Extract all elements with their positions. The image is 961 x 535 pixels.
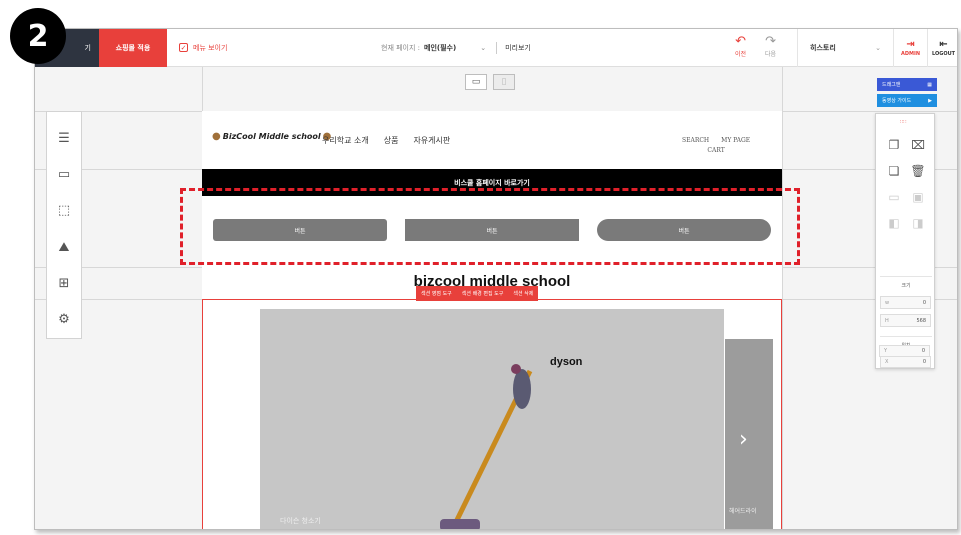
- nav-item-about[interactable]: 우리학교 소개: [322, 135, 369, 146]
- page-selector: 현재 페이지 : 메인(필수) ⌄ 미리보기: [381, 42, 531, 54]
- vacuum-body: [513, 369, 531, 409]
- element-tools: ❐ ⌧ ❏ 🗑 ▭ ▣ ◧ ◨: [882, 134, 930, 233]
- show-menu-toggle[interactable]: ✓ 메뉴 보이기: [179, 43, 227, 53]
- chevron-down-icon[interactable]: ⌄: [480, 44, 486, 52]
- align-right-icon[interactable]: ◨: [906, 212, 930, 233]
- chevron-down-icon: ⌄: [875, 44, 881, 52]
- mypage-link[interactable]: MY PAGE: [721, 136, 750, 146]
- delete-copy-icon[interactable]: ⌧: [906, 134, 930, 155]
- site-canvas: ● BizCool Middle school ● 우리학교 소개 상품 자유게…: [202, 111, 782, 529]
- history-label: 히스토리: [810, 44, 836, 52]
- section-background-button[interactable]: 섹션 배경 편집 도구: [456, 286, 509, 301]
- search-link[interactable]: SEARCH: [682, 136, 709, 146]
- slider-image[interactable]: dyson 다이슨 청소기: [260, 309, 724, 529]
- next-slide-caption: 헤어드라이: [729, 508, 757, 515]
- drag-handle-icon[interactable]: ∷∷: [900, 119, 906, 125]
- site-nav: 우리학교 소개 상품 자유게시판: [322, 135, 450, 146]
- video-guide-label: 동영상 가이드: [882, 98, 912, 104]
- admin-button[interactable]: ⇥ ADMIN: [893, 29, 927, 67]
- section-tools: 섹션 영점 도구 섹션 배경 편집 도구 섹션 삭제: [416, 286, 539, 301]
- current-page-select[interactable]: 메인(필수): [424, 43, 456, 53]
- section-layout-icon[interactable]: ▭: [47, 156, 81, 192]
- step-number-badge: 2: [10, 8, 66, 64]
- check-icon: ✓: [179, 43, 188, 52]
- logout-label: LOGOUT: [931, 51, 956, 57]
- height-key: H: [885, 317, 889, 324]
- logo-text: BizCool Middle school: [222, 132, 321, 141]
- logout-icon: ⇤: [939, 39, 948, 50]
- height-value: 568: [916, 317, 926, 324]
- redo-label: 다음: [765, 51, 777, 58]
- preview-button[interactable]: 미리보기: [505, 43, 531, 53]
- mobile-view-icon[interactable]: ▯: [493, 74, 515, 90]
- admin-label: ADMIN: [900, 51, 921, 57]
- height-field[interactable]: H 568: [880, 314, 931, 327]
- grid-icon[interactable]: ⊞: [47, 265, 81, 301]
- x-value: 0: [922, 359, 926, 365]
- admin-icon: ⇥: [906, 39, 915, 50]
- element-panel: ∷∷ ❐ ⌧ ❏ 🗑 ▭ ▣ ◧ ◨ 크기 w 0 H 568 위치 X 0: [875, 113, 935, 369]
- x-key: X: [885, 359, 889, 365]
- align-top-icon[interactable]: ▭: [882, 186, 906, 207]
- divider: [880, 276, 932, 277]
- x-field[interactable]: X 0: [880, 356, 931, 368]
- site-logo[interactable]: ● BizCool Middle school ●: [210, 131, 333, 142]
- nav-item-board[interactable]: 자유게시판: [413, 135, 450, 146]
- drag-layout-label: 드래그앤: [882, 82, 901, 88]
- size-label: 크기: [901, 283, 911, 289]
- drag-layout-button[interactable]: 드래그앤 ▦: [877, 78, 937, 91]
- shop-apply-button[interactable]: 쇼핑몰 적용: [99, 29, 167, 67]
- show-menu-label: 메뉴 보이기: [193, 43, 228, 52]
- mascot-icon: ●: [212, 131, 221, 142]
- trash-icon[interactable]: 🗑: [906, 160, 930, 181]
- width-key: w: [885, 299, 890, 306]
- divider: [880, 336, 932, 337]
- selected-section[interactable]: dyson 다이슨 청소기 › 헤어드라이: [202, 299, 782, 529]
- left-tool-bar: ☰ ▭ ⬚ ⛰ ⊞ ⚙: [46, 111, 82, 339]
- align-bottom-icon[interactable]: ◧: [882, 212, 906, 233]
- editor-toolbar: 기 쇼핑몰 적용 ✓ 메뉴 보이기 현재 페이지 : 메인(필수) ⌄ 미리보기…: [35, 29, 957, 67]
- divider: [496, 42, 498, 54]
- nav-item-products[interactable]: 상품: [384, 135, 399, 146]
- undo-button[interactable]: ↶ 이전: [735, 34, 747, 59]
- undo-label: 이전: [735, 51, 747, 58]
- image-icon[interactable]: ⛰: [47, 229, 81, 265]
- slider-next-panel[interactable]: › 헤어드라이: [725, 339, 773, 529]
- settings-gear-icon[interactable]: ⚙: [47, 302, 81, 338]
- vacuum-cyclone: [511, 364, 521, 374]
- logout-button[interactable]: ⇤ LOGOUT: [927, 29, 957, 67]
- y-key: Y: [884, 348, 888, 354]
- y-field[interactable]: Y 0: [879, 345, 930, 357]
- copy-icon[interactable]: ❐: [882, 134, 906, 155]
- width-field[interactable]: w 0: [880, 296, 931, 309]
- play-icon: ▶: [928, 97, 932, 104]
- undo-icon: ↶: [735, 34, 746, 49]
- chevron-right-icon[interactable]: ›: [739, 427, 748, 452]
- editor-window: 기 쇼핑몰 적용 ✓ 메뉴 보이기 현재 페이지 : 메인(필수) ⌄ 미리보기…: [34, 28, 958, 530]
- width-value: 0: [922, 299, 926, 306]
- cart-link[interactable]: CART: [682, 146, 750, 156]
- utility-links: SEARCH MY PAGE CART: [682, 136, 750, 156]
- history-dropdown[interactable]: 히스토리 ⌄: [797, 29, 893, 67]
- desktop-view-icon[interactable]: ▭: [465, 74, 487, 90]
- slide-brand: dyson: [550, 356, 583, 368]
- video-guide-button[interactable]: 동영상 가이드 ▶: [877, 94, 937, 107]
- device-switch: ▭ ▯: [465, 74, 515, 90]
- section-delete-button[interactable]: 섹션 삭제: [508, 286, 539, 301]
- align-center-icon[interactable]: ▣: [906, 186, 930, 207]
- redo-button[interactable]: ↷ 다음: [765, 34, 777, 59]
- y-value: 0: [921, 348, 925, 354]
- section-settings-button[interactable]: 섹션 영점 도구: [416, 286, 457, 301]
- highlight-box: [180, 188, 800, 265]
- paste-icon[interactable]: ❏: [882, 160, 906, 181]
- menu-lines-icon[interactable]: ☰: [47, 120, 81, 156]
- vacuum-head: [440, 519, 480, 529]
- element-frame-icon[interactable]: ⬚: [47, 193, 81, 229]
- vacuum-image: [440, 364, 533, 529]
- slide-caption: 다이슨 청소기: [280, 517, 321, 525]
- current-page-label: 현재 페이지 :: [381, 44, 421, 52]
- redo-icon: ↷: [765, 34, 776, 49]
- layout-icon: ▦: [927, 81, 932, 88]
